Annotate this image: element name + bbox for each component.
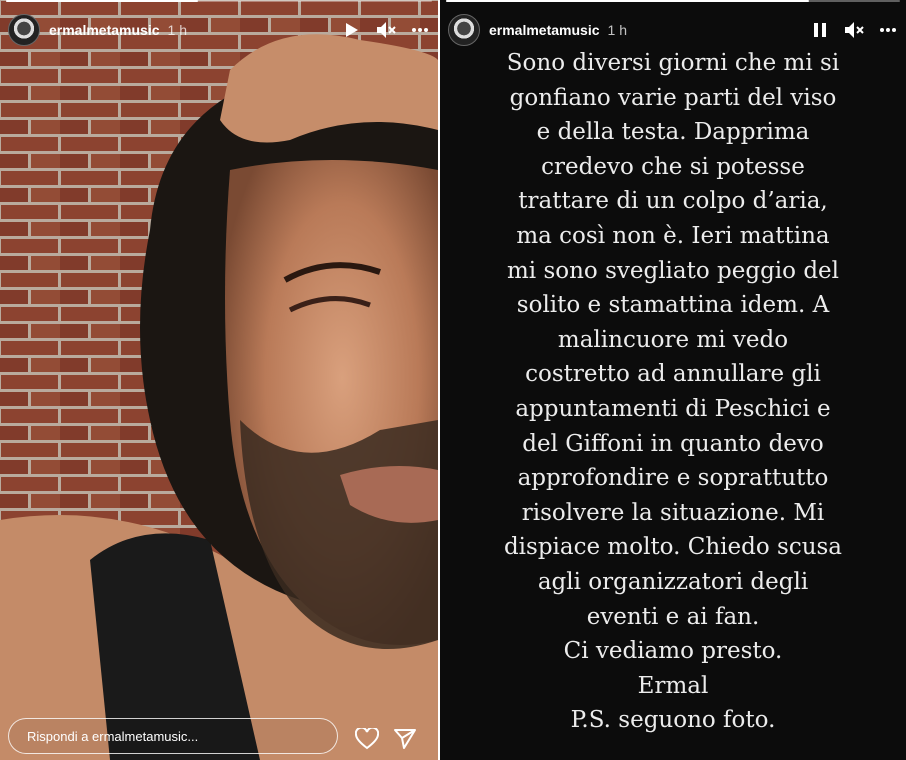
- story-text-line: P.S. seguono foto.: [570, 707, 776, 734]
- story-text-line: costretto ad annullare gli: [525, 361, 821, 388]
- heart-icon[interactable]: [354, 726, 380, 752]
- story-text-line: risolvere la situazione. Mi: [521, 499, 825, 526]
- story-header: ermalmetamusic 1 h: [448, 14, 898, 46]
- play-icon[interactable]: [342, 20, 362, 40]
- story-text-line: appuntamenti di Peschici e: [515, 395, 831, 422]
- story-text: Sono diversi giorni che mi si gonfiano v…: [440, 46, 906, 738]
- username[interactable]: ermalmetamusic: [49, 22, 160, 38]
- mute-icon[interactable]: [844, 20, 864, 40]
- story-progress-fill: [446, 0, 810, 2]
- story-text-line: credevo che si potesse: [541, 153, 805, 180]
- story-text-line: ma così non è. Ieri mattina: [516, 222, 830, 249]
- story-text-line: agli organizzatori degli: [537, 568, 809, 595]
- story-photo: [0, 0, 438, 760]
- story-text-line: Sono diversi giorni che mi si: [506, 50, 840, 76]
- more-icon[interactable]: [410, 20, 430, 40]
- post-time: 1 h: [607, 22, 627, 38]
- reply-placeholder: Rispondi a ermalmetamusic...: [27, 728, 199, 744]
- story-text-line: malincuore mi vedo: [557, 326, 789, 353]
- avatar[interactable]: [8, 14, 40, 46]
- story-text-line: del Giffoni in quanto devo: [522, 430, 824, 457]
- story-text-line: solito e stamattina idem. A: [516, 292, 830, 319]
- story-text-line: Ermal: [637, 672, 709, 699]
- more-icon[interactable]: [878, 20, 898, 40]
- story-progress-bar: [6, 0, 432, 2]
- send-icon[interactable]: [392, 726, 418, 752]
- pause-icon[interactable]: [810, 20, 830, 40]
- username[interactable]: ermalmetamusic: [489, 22, 600, 38]
- story-text-line: gonfiano varie parti del viso: [509, 84, 837, 111]
- story-header: ermalmetamusic 1 h: [8, 14, 430, 46]
- reply-input[interactable]: Rispondi a ermalmetamusic...: [8, 718, 338, 754]
- post-time: 1 h: [167, 22, 187, 38]
- story-progress-bar: [446, 0, 900, 2]
- story-text-line: e della testa. Dapprima: [536, 119, 810, 146]
- story-text-line: mi sono svegliato peggio del: [506, 257, 840, 284]
- story-text-line: approfondire e soprattutto: [517, 465, 829, 492]
- story-text-line: trattare di un colpo d’aria,: [518, 188, 828, 215]
- story-text-line: dispiace molto. Chiedo scusa: [503, 534, 843, 561]
- avatar[interactable]: [448, 14, 480, 46]
- story-text-line: Ci vediamo presto.: [563, 638, 783, 665]
- story-text-line: eventi e ai fan.: [586, 603, 760, 630]
- mute-icon[interactable]: [376, 20, 396, 40]
- story-panel-text[interactable]: ermalmetamusic 1 h Sono diversi giorni c…: [440, 0, 906, 760]
- story-progress-fill: [6, 0, 198, 2]
- story-panel-photo[interactable]: ermalmetamusic 1 h Rispondi a ermalmetam…: [0, 0, 438, 760]
